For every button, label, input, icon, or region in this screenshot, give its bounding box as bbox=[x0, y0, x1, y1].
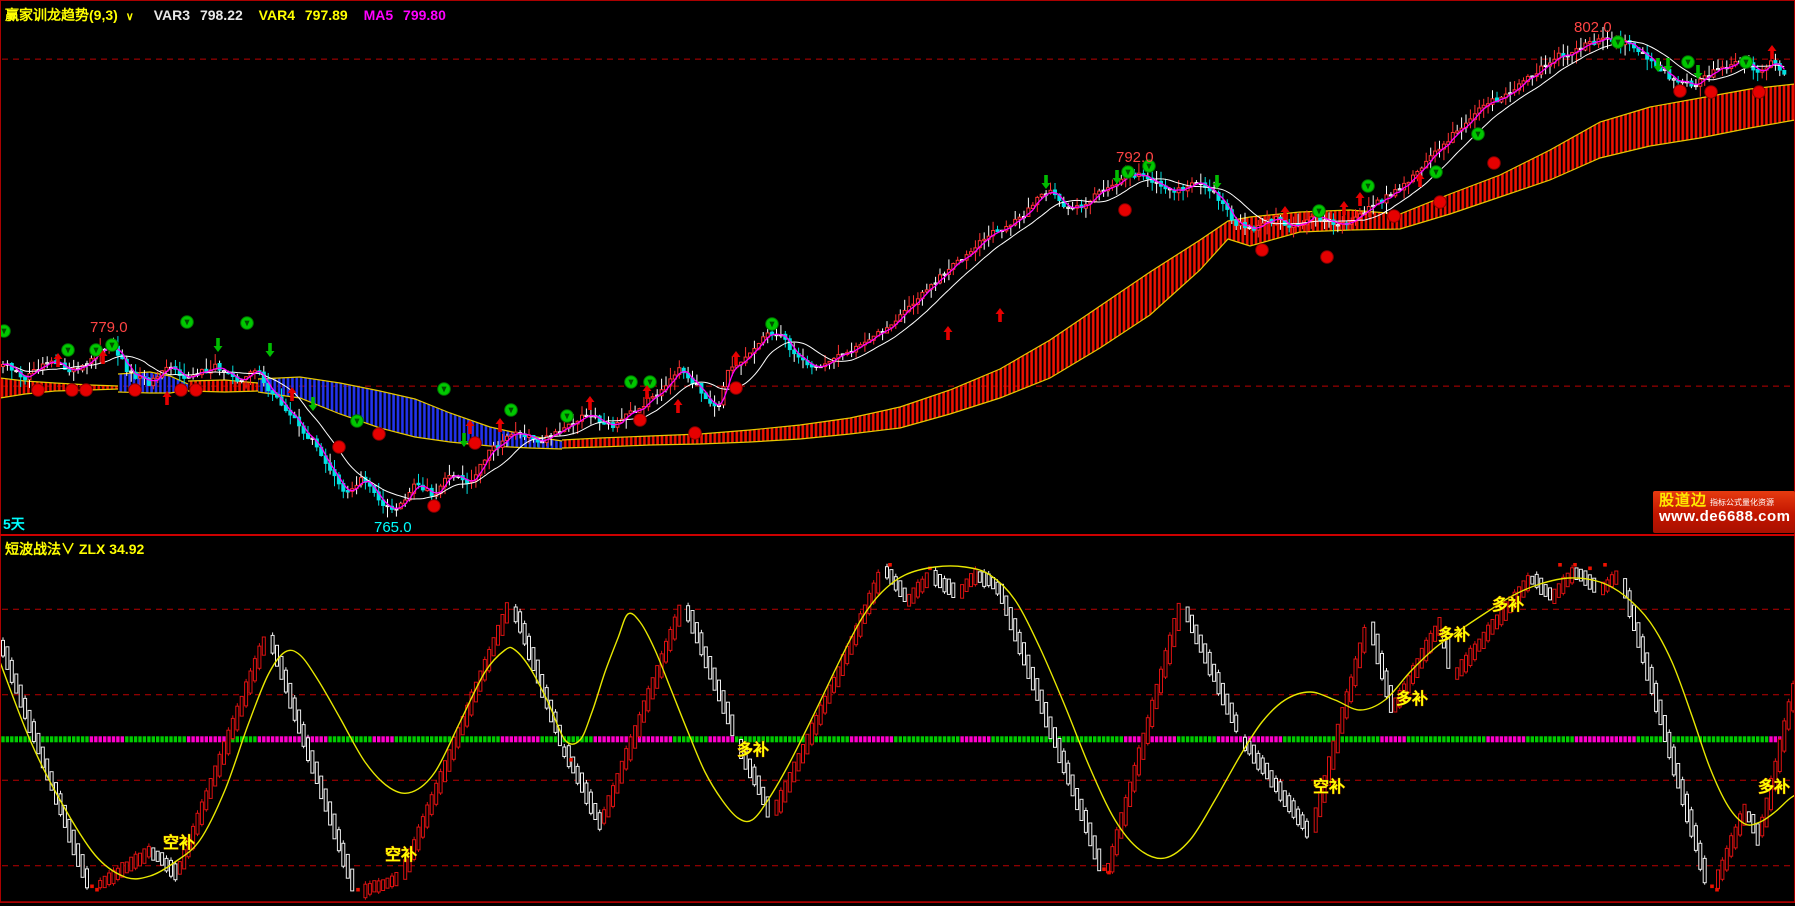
red-ball-sell-icon bbox=[1705, 86, 1718, 99]
watermark-tagline: 指标公式量化资源 bbox=[1710, 499, 1774, 507]
signal-label: 空补 bbox=[1313, 777, 1345, 796]
red-ball-sell-icon bbox=[634, 414, 647, 427]
main-value-ma5: MA5 799.80 bbox=[364, 7, 452, 23]
signal-label: 多补 bbox=[1492, 595, 1524, 614]
price-label: 765.0 bbox=[374, 519, 412, 536]
red-ball-sell-icon bbox=[1488, 157, 1501, 170]
red-ball-sell-icon bbox=[66, 384, 79, 397]
watermark-url: www.de6688.com bbox=[1659, 509, 1791, 525]
red-ball-sell-icon bbox=[1256, 244, 1269, 257]
main-indicator-header: 赢家训龙趋势(9,3)∨ VAR3 798.22 VAR4 797.89 MA5… bbox=[5, 5, 458, 25]
price-label: 802.0 bbox=[1574, 19, 1612, 36]
red-ball-sell-icon bbox=[428, 500, 441, 513]
signal-label: 多补 bbox=[1396, 689, 1428, 708]
red-ball-sell-icon bbox=[1119, 204, 1132, 217]
red-ball-sell-icon bbox=[1753, 86, 1766, 99]
period-label: 5天 bbox=[3, 514, 25, 534]
signal-label: 空补 bbox=[163, 833, 195, 852]
sub-indicator-name[interactable]: 短波战法∨ bbox=[5, 541, 79, 557]
red-ball-sell-icon bbox=[190, 384, 203, 397]
main-value-var4: VAR4 797.89 bbox=[259, 7, 358, 23]
watermark-brand: 股道边 bbox=[1659, 493, 1707, 509]
red-ball-sell-icon bbox=[373, 428, 386, 441]
red-ball-sell-icon bbox=[1388, 210, 1401, 223]
signal-label: 多补 bbox=[1758, 777, 1790, 796]
red-ball-sell-icon bbox=[730, 382, 743, 395]
red-ball-sell-icon bbox=[80, 384, 93, 397]
watermark-badge: 股道边 指标公式量化资源 www.de6688.com bbox=[1653, 491, 1795, 533]
red-ball-sell-icon bbox=[689, 427, 702, 440]
signal-label: 多补 bbox=[1438, 625, 1470, 644]
sub-indicator-header: 短波战法∨ ZLX 34.92 bbox=[5, 539, 144, 559]
chart-canvas[interactable]: 779.0765.0792.0802.0空补空补多补空补多补多补多补多补 bbox=[0, 0, 1795, 906]
signal-label: 多补 bbox=[737, 740, 769, 759]
red-ball-sell-icon bbox=[333, 441, 346, 454]
main-indicator-name[interactable]: 赢家训龙趋势(9,3)∨ bbox=[5, 7, 148, 23]
red-ball-sell-icon bbox=[1434, 196, 1447, 209]
trading-app-window: 779.0765.0792.0802.0空补空补多补空补多补多补多补多补 赢家训… bbox=[0, 0, 1795, 906]
sub-value-zlx: ZLX 34.92 bbox=[79, 541, 144, 557]
red-ball-sell-icon bbox=[1674, 85, 1687, 98]
chevron-down-icon[interactable]: ∨ bbox=[126, 11, 134, 23]
red-ball-sell-icon bbox=[175, 384, 188, 397]
red-ball-sell-icon bbox=[129, 384, 142, 397]
chevron-down-icon[interactable]: ∨ bbox=[61, 541, 75, 557]
price-label: 792.0 bbox=[1116, 149, 1154, 166]
red-ball-sell-icon bbox=[469, 437, 482, 450]
price-label: 779.0 bbox=[90, 319, 128, 336]
red-ball-sell-icon bbox=[1321, 251, 1334, 264]
main-value-var3: VAR3 798.22 bbox=[154, 7, 253, 23]
signal-label: 空补 bbox=[385, 845, 417, 864]
red-ball-sell-icon bbox=[32, 384, 45, 397]
